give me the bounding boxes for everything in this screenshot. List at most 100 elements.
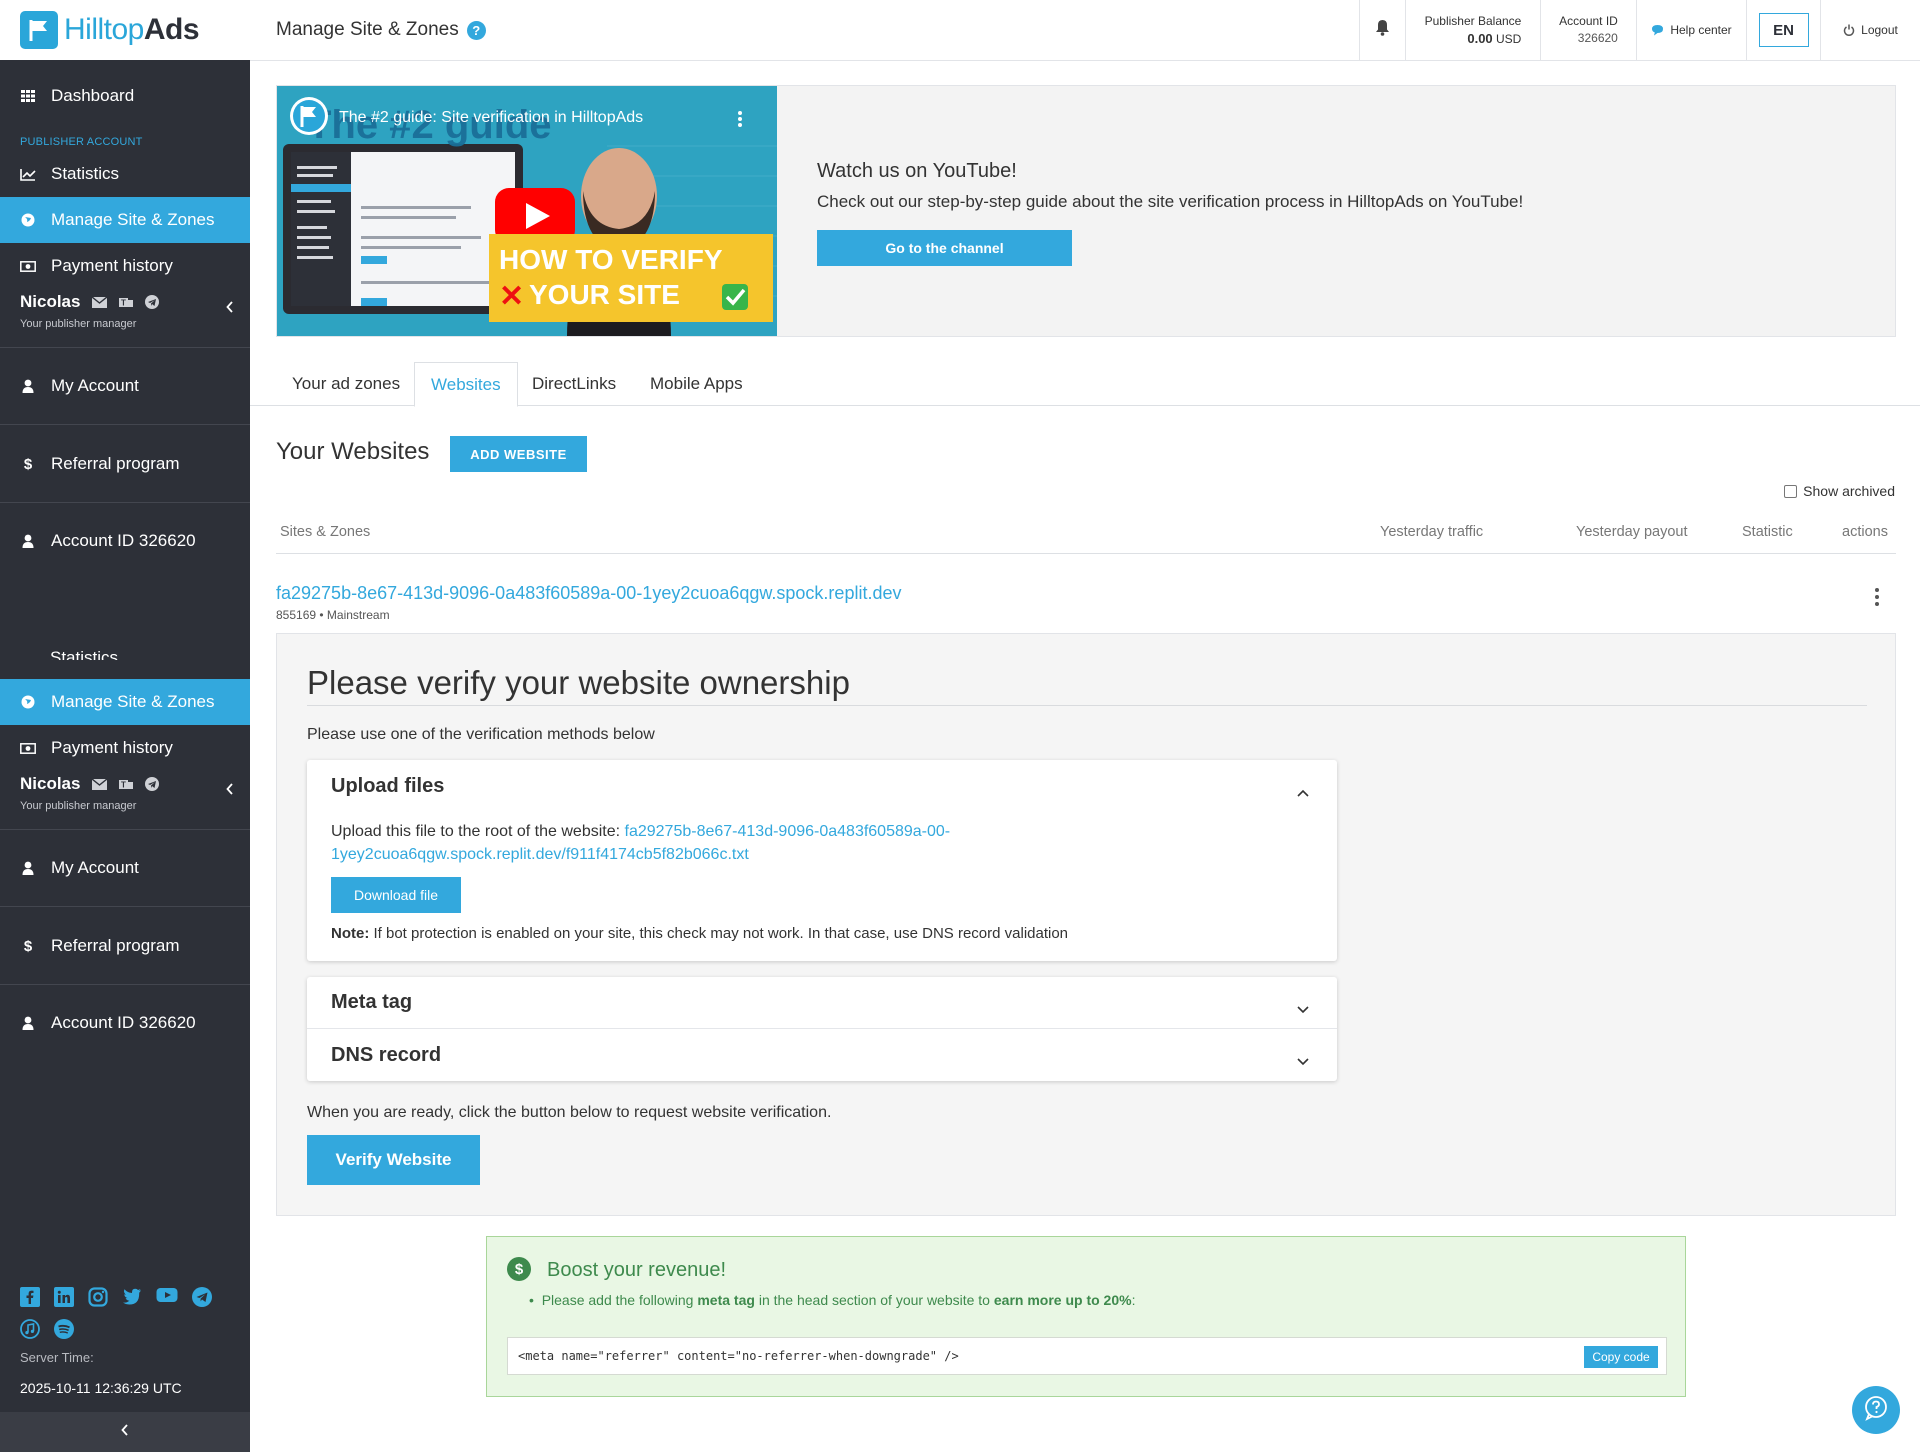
publisher-balance[interactable]: Publisher Balance 0.00 USD [1405,0,1540,60]
chat-question-icon [1863,1395,1889,1426]
copy-code-button[interactable]: Copy code [1584,1346,1658,1368]
sidebar-item-my-account-duplicate[interactable]: My Account [0,845,250,891]
sidebar-item-label: Account ID 326620 [51,531,196,550]
facebook-icon[interactable] [20,1287,40,1312]
accordion-header-dns[interactable]: DNS record [307,1029,1337,1081]
linkedin-icon[interactable] [54,1287,74,1312]
column-traffic[interactable]: Yesterday traffic [1380,524,1483,540]
telegram-icon[interactable] [145,777,160,791]
twitter-icon[interactable] [122,1287,142,1312]
sidebar-item-statistics[interactable]: Statistics [0,151,250,197]
column-actions: actions [1842,524,1888,540]
sidebar-item-payment-history-duplicate[interactable]: Payment history [0,725,250,771]
bell-icon [1375,19,1390,41]
sidebar-item-account-id-duplicate[interactable]: Account ID 326620 [0,1000,250,1046]
ready-text: When you are ready, click the button bel… [307,1104,832,1121]
site-domain-link[interactable]: fa29275b-8e67-413d-9096-0a483f60589a-00-… [276,583,901,604]
chevron-left-icon[interactable] [226,782,234,800]
tabs: Your ad zones Websites DirectLinks Mobil… [250,362,1920,407]
tab-mobile-apps[interactable]: Mobile Apps [634,362,759,406]
help-center-link[interactable]: Help center [1636,0,1746,60]
server-time-label: Server Time: [20,1350,94,1365]
sidebar-item-payment-history[interactable]: Payment history [0,243,250,289]
tab-ad-zones[interactable]: Your ad zones [276,362,416,406]
spotify-icon[interactable] [54,1319,74,1344]
sidebar-collapse-button[interactable] [0,1412,250,1452]
logo[interactable]: HilltopAds [0,0,250,60]
mail-icon[interactable] [92,778,108,790]
section-label: PUBLISHER ACCOUNT [20,136,143,148]
site-actions-menu-icon[interactable] [1874,588,1880,606]
meta-tag-code-text: <meta name="referrer" content="no-referr… [518,1349,959,1363]
sidebar-item-label: Manage Site & Zones [51,692,215,711]
youtube-text: Check out our step-by-step guide about t… [817,192,1524,211]
add-website-button[interactable]: ADD WEBSITE [450,436,587,472]
instagram-icon[interactable] [88,1287,108,1312]
telegram-icon[interactable] [145,295,160,309]
verify-website-button[interactable]: Verify Website [307,1135,480,1185]
chat-icon [1651,24,1664,36]
logout-label: Logout [1861,22,1898,37]
video-thumbnail[interactable]: HOW TO VERIFY ✕ YOUR SITE The #2 guide T… [277,86,777,336]
sidebar-item-referral-duplicate[interactable]: $ Referral program [0,923,250,969]
logout-button[interactable]: Logout [1820,0,1920,60]
boost-text-2: in the head section of your website to [758,1292,990,1308]
your-websites-title: Your Websites [276,438,430,465]
help-question-icon[interactable]: ? [466,20,486,40]
server-time: 2025-10-11 12:36:29 UTC [20,1380,182,1396]
manager-subtitle: Your publisher manager [20,318,137,330]
meta-tag-code[interactable]: <meta name="referrer" content="no-referr… [507,1337,1667,1375]
support-chat-button[interactable] [1852,1386,1900,1434]
accordion-header-meta[interactable]: Meta tag [307,977,1337,1029]
sidebar-item-label: Dashboard [51,86,135,105]
show-archived-toggle[interactable]: Show archived [1784,483,1895,499]
accordion-header-upload[interactable]: Upload files [307,760,1337,812]
dollar-icon: $ [23,937,33,955]
dollar-icon: $ [23,455,33,473]
video-title: The #2 guide: Site verification in Hillt… [339,109,643,126]
account-id-display: Account ID 326620 [1540,0,1636,60]
social-links-row2 [20,1319,74,1344]
balance-value: 0.00 [1467,30,1493,46]
publisher-manager: Nicolas T Your publisher manager [0,292,250,330]
video-thumbnail-art: HOW TO VERIFY ✕ YOUR SITE The #2 guide T… [277,86,777,336]
divider [307,705,1867,706]
column-sites[interactable]: Sites & Zones [280,524,370,540]
telegram-icon[interactable] [192,1287,212,1312]
column-statistic: Statistic [1742,524,1793,540]
sidebar-item-label: Payment history [51,256,173,275]
balance-currency: USD [1496,31,1522,46]
table-header: Sites & Zones Yesterday traffic Yesterda… [276,516,1896,554]
dollar-circle-icon: $ [507,1257,531,1281]
youtube-icon[interactable] [156,1287,178,1312]
boost-revenue-panel: $ Boost your revenue! • Please add the f… [486,1236,1686,1397]
sidebar-item-my-account[interactable]: My Account [0,363,250,409]
chevron-left-icon[interactable] [226,300,234,318]
verification-file-link-cont[interactable]: 1yey2cuoa6qgw.spock.replit.dev/f911f4174… [331,846,749,863]
download-file-button[interactable]: Download file [331,877,461,913]
verification-file-link[interactable]: fa29275b-8e67-413d-9096-0a483f60589a-00- [625,823,951,840]
mail-icon[interactable] [92,296,108,308]
show-archived-checkbox[interactable] [1784,484,1798,498]
go-to-channel-button[interactable]: Go to the channel [817,230,1072,266]
teams-icon[interactable]: T [119,296,134,309]
overlay-verify-2: YOUR SITE [529,279,680,310]
sidebar-item-referral[interactable]: $ Referral program [0,441,250,487]
sidebar-item-manage[interactable]: Manage Site & Zones [0,197,250,243]
site-id: 855169 [276,608,317,622]
sidebar: HilltopAds Dashboard PUBLISHER ACCOUNT S… [0,0,250,1452]
sidebar-item-dashboard[interactable]: Dashboard [0,73,250,119]
sidebar-item-manage-duplicate[interactable]: Manage Site & Zones [0,679,250,725]
notifications-button[interactable] [1359,0,1405,60]
teams-icon[interactable]: T [119,778,134,791]
page-title: Manage Site & Zones ? [276,19,486,41]
globe-icon [20,212,36,228]
sidebar-item-statistics-partial: Statistics [0,640,250,660]
language-selector[interactable]: EN [1758,13,1809,47]
apple-music-icon[interactable] [20,1319,40,1344]
sidebar-item-account-id[interactable]: Account ID 326620 [0,518,250,564]
help-center-label: Help center [1670,22,1732,37]
column-payout[interactable]: Yesterday payout [1576,524,1688,540]
tab-directlinks[interactable]: DirectLinks [516,362,632,406]
tab-websites[interactable]: Websites [414,362,518,407]
